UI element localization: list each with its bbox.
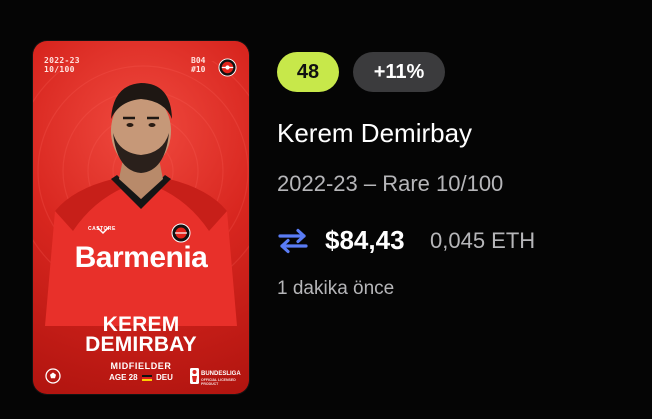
card-edition: 2022-23 – Rare 10/100 [277,171,504,196]
player-photo [45,83,237,326]
score-badge: 48 [277,52,339,92]
bundesliga-icon [190,368,199,384]
delta-badge: +11% [353,52,445,92]
kit-brand-label: CASTORE [88,226,116,232]
league-logo: BUNDESLIGA OFFICIAL LICENSED PRODUCT [190,367,241,387]
card-name-line2: DEMIRBAY [85,333,197,356]
swap-arrows-icon [278,228,308,254]
league-name: BUNDESLIGA [201,371,241,377]
timestamp: 1 dakika önce [277,278,395,299]
league-sub: OFFICIAL LICENSED PRODUCT [201,378,236,386]
card-name-line1: KEREM [102,313,180,336]
player-card[interactable]: 2022-23 10/100 B04 #10 CASTORE Barmenia … [33,41,249,394]
card-nationality: DEU [156,373,173,382]
shirt-sponsor: Barmenia [74,241,208,274]
price-usd: $84,43 [325,225,405,255]
card-player-name: KEREM DEMIRBAY [33,313,249,356]
football-icon [45,368,61,384]
germany-flag-icon [141,374,152,381]
card-age: AGE 28 [109,373,138,382]
price-eth: 0,045 ETH [430,228,536,253]
player-name[interactable]: Kerem Demirbay [277,118,472,148]
